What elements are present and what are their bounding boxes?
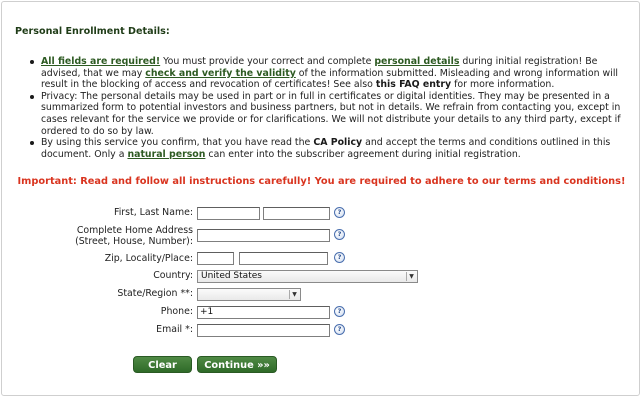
country-value: United States bbox=[201, 271, 262, 281]
locality-input[interactable] bbox=[239, 252, 328, 265]
section-title: Personal Enrollment Details: bbox=[15, 26, 170, 37]
address-label-line1: Complete Home Address bbox=[76, 225, 193, 236]
help-icon[interactable]: ? bbox=[334, 229, 345, 240]
state-region-label: State/Region **: bbox=[117, 288, 193, 299]
phone-label: Phone: bbox=[160, 306, 193, 317]
zip-locality-label: Zip, Locality/Place: bbox=[104, 253, 193, 264]
name-label: First, Last Name: bbox=[113, 207, 193, 218]
help-icon[interactable]: ? bbox=[334, 252, 345, 263]
state-region-select[interactable]: ▼ bbox=[197, 288, 301, 301]
help-icon[interactable]: ? bbox=[334, 324, 345, 335]
important-notice: Important: Read and follow all instructi… bbox=[17, 176, 626, 187]
country-select[interactable]: United States ▼ bbox=[197, 270, 418, 283]
dropdown-arrow-icon: ▼ bbox=[406, 272, 416, 281]
address-label-line2: (Street, House, Number): bbox=[75, 236, 193, 247]
dropdown-arrow-icon: ▼ bbox=[289, 290, 299, 299]
email-label: Email *: bbox=[156, 324, 193, 335]
help-icon[interactable]: ? bbox=[334, 207, 345, 218]
last-name-input[interactable] bbox=[263, 207, 330, 220]
privacy-text: Privacy: The personal details may be use… bbox=[41, 90, 621, 137]
country-label: Country: bbox=[153, 270, 193, 281]
phone-input[interactable]: +1 bbox=[197, 306, 330, 319]
faq-entry-link[interactable]: this FAQ entry bbox=[376, 79, 451, 90]
check-validity-link[interactable]: check and verify the validity bbox=[145, 68, 296, 79]
help-icon[interactable]: ? bbox=[334, 306, 345, 317]
note-text: You must provide your correct and comple… bbox=[160, 56, 375, 67]
list-item: By using this service you confirm, that … bbox=[29, 137, 626, 160]
natural-person-link[interactable]: natural person bbox=[127, 149, 205, 160]
personal-details-link[interactable]: personal details bbox=[374, 56, 459, 67]
list-item: Privacy: The personal details may be use… bbox=[29, 91, 626, 137]
first-name-input[interactable] bbox=[197, 207, 260, 220]
continue-button[interactable]: Continue »» bbox=[197, 356, 277, 373]
instructions-list: All fields are required! You must provid… bbox=[29, 56, 626, 160]
note-text: can enter into the subscriber agreement … bbox=[205, 148, 521, 160]
zip-input[interactable] bbox=[197, 252, 234, 265]
ca-policy-link[interactable]: CA Policy bbox=[313, 137, 362, 148]
email-input[interactable] bbox=[197, 324, 330, 337]
note-text: for more information. bbox=[451, 79, 555, 91]
note-text: By using this service you confirm, that … bbox=[41, 137, 314, 149]
list-item: All fields are required! You must provid… bbox=[29, 56, 626, 91]
all-fields-required-link[interactable]: All fields are required! bbox=[41, 56, 160, 67]
address-input[interactable] bbox=[197, 229, 330, 242]
clear-button[interactable]: Clear bbox=[133, 356, 192, 373]
